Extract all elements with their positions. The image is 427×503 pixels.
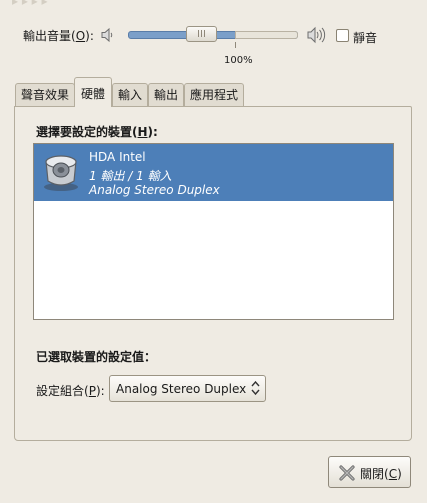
speaker-high-icon[interactable] bbox=[306, 26, 328, 44]
tab-hardware[interactable]: 硬體 bbox=[74, 77, 112, 107]
profile-select[interactable]: Analog Stereo Duplex bbox=[109, 375, 266, 402]
volume-percent-label: 100% bbox=[224, 55, 253, 66]
audio-card-icon bbox=[44, 155, 78, 191]
mute-checkbox[interactable] bbox=[336, 29, 349, 42]
device-list-item[interactable]: HDA Intel 1 輸出 / 1 輸入 Analog Stereo Dupl… bbox=[34, 144, 393, 201]
close-button-label: 關閉(C) bbox=[360, 467, 402, 481]
volume-slider-thumb[interactable] bbox=[186, 26, 217, 42]
chevron-updown-icon bbox=[251, 380, 260, 396]
background-ghost: ▸ ▸ ▸ ▸ bbox=[12, 0, 48, 8]
device-name: HDA Intel bbox=[89, 150, 146, 164]
close-icon bbox=[339, 465, 355, 481]
selected-device-settings-title: 已選取裝置的設定值： bbox=[36, 350, 157, 364]
tab-output[interactable]: 輸出 bbox=[148, 83, 184, 106]
speaker-low-icon[interactable] bbox=[100, 27, 116, 43]
volume-slider-remaining bbox=[235, 31, 298, 39]
mute-label[interactable]: 靜音 bbox=[353, 29, 377, 46]
tab-sound-effects[interactable]: 聲音效果 bbox=[15, 83, 75, 106]
tab-applications[interactable]: 應用程式 bbox=[184, 83, 244, 106]
close-button[interactable]: 關閉(C) bbox=[328, 456, 411, 488]
volume-100-tick bbox=[235, 42, 236, 48]
profile-label: 設定組合(P): bbox=[36, 384, 105, 398]
output-volume-label: 輸出音量(O): bbox=[23, 29, 94, 43]
device-profile: Analog Stereo Duplex bbox=[89, 183, 220, 197]
device-ports: 1 輸出 / 1 輸入 bbox=[89, 169, 172, 183]
profile-select-value: Analog Stereo Duplex bbox=[116, 382, 247, 396]
tab-input[interactable]: 輸入 bbox=[112, 83, 148, 106]
device-list[interactable]: HDA Intel 1 輸出 / 1 輸入 Analog Stereo Dupl… bbox=[33, 143, 394, 320]
device-select-title: 選擇要設定的裝置(H): bbox=[36, 125, 158, 139]
